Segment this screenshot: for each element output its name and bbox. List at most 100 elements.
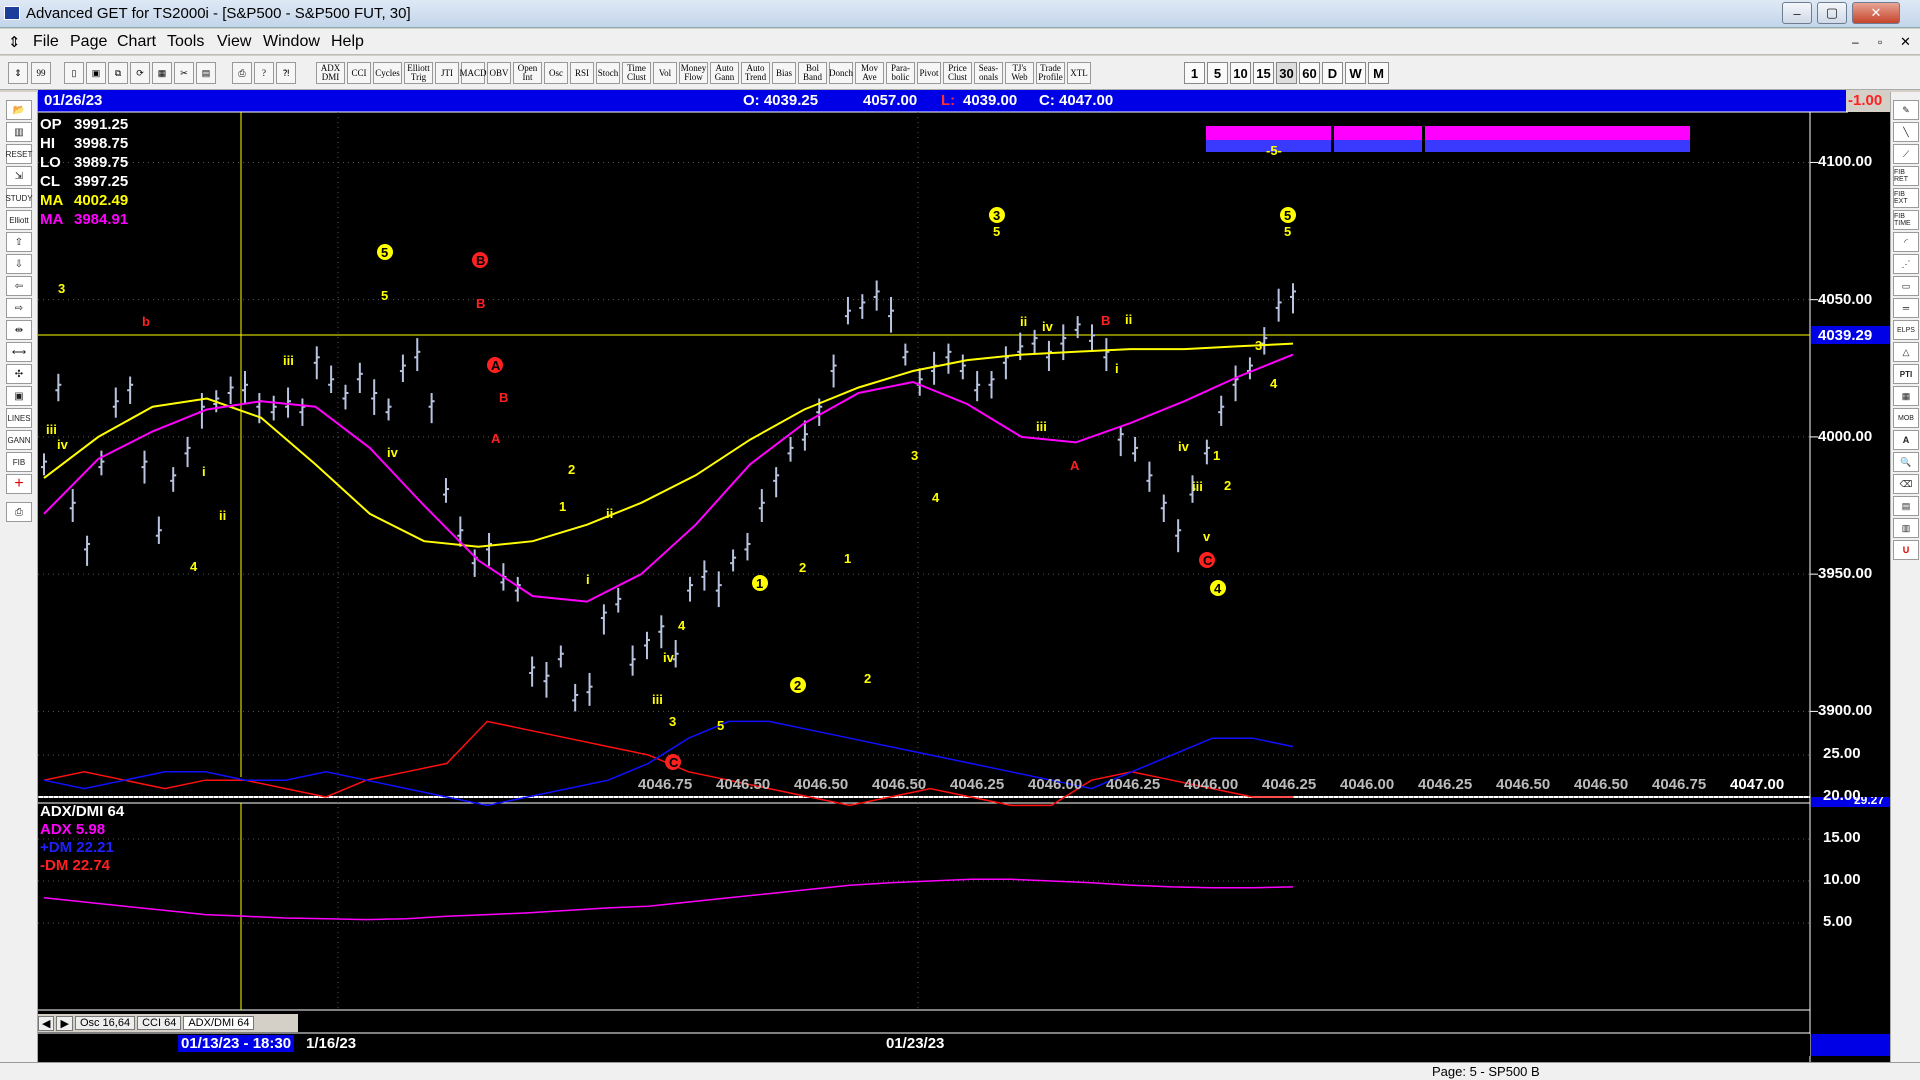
- menu-tools[interactable]: Tools: [167, 33, 204, 51]
- study-button-24[interactable]: TJ's Web: [1005, 62, 1034, 84]
- ellipse-icon[interactable]: ELPS: [1893, 320, 1919, 340]
- channel-icon[interactable]: ═: [1893, 298, 1919, 318]
- cut-icon[interactable]: ✂: [174, 62, 194, 84]
- menu-help[interactable]: Help: [331, 33, 364, 51]
- crosshair-icon[interactable]: ✣: [6, 364, 32, 384]
- study-button-11[interactable]: Time Clust: [622, 62, 651, 84]
- study-button-6[interactable]: OBV: [487, 62, 511, 84]
- timeframe-button-10[interactable]: 10: [1230, 62, 1251, 84]
- calc-icon[interactable]: ▤: [1893, 496, 1919, 516]
- gann-icon[interactable]: GANN: [6, 430, 32, 450]
- timeframe-button-15[interactable]: 15: [1253, 62, 1274, 84]
- study-button-21[interactable]: Pivot: [917, 62, 941, 84]
- study-button-18[interactable]: Donch: [829, 62, 853, 84]
- study-button-12[interactable]: Vol: [653, 62, 677, 84]
- study-button-1[interactable]: CCI: [347, 62, 371, 84]
- fan-icon[interactable]: ⋰: [1893, 254, 1919, 274]
- box-icon[interactable]: ▭: [1893, 276, 1919, 296]
- layout-icon[interactable]: ▤: [196, 62, 216, 84]
- eraser-icon[interactable]: ⌫: [1893, 474, 1919, 494]
- arrow-left-icon[interactable]: ⇦: [6, 276, 32, 296]
- timeframe-button-W[interactable]: W: [1345, 62, 1366, 84]
- mdi-minimize-icon[interactable]: –: [1852, 35, 1859, 49]
- timeframe-button-30[interactable]: 30: [1276, 62, 1297, 84]
- timeframe-button-1[interactable]: 1: [1184, 62, 1205, 84]
- study-button-4[interactable]: JTI: [435, 62, 459, 84]
- tab-scroll-right[interactable]: ▶: [56, 1015, 73, 1031]
- arrow-down-icon[interactable]: ⇩: [6, 254, 32, 274]
- timeframe-button-60[interactable]: 60: [1299, 62, 1320, 84]
- lines-icon[interactable]: LINES: [6, 408, 32, 428]
- cursor-icon[interactable]: ⇕: [8, 62, 28, 84]
- elliott-icon[interactable]: Elliott: [6, 210, 32, 230]
- timeframe-button-5[interactable]: 5: [1207, 62, 1228, 84]
- study-button-13[interactable]: Money Flow: [679, 62, 708, 84]
- tab-adx[interactable]: ADX/DMI 64: [183, 1016, 255, 1030]
- study-button-25[interactable]: Trade Profile: [1036, 62, 1065, 84]
- print-icon-left[interactable]: ⎙: [6, 502, 32, 522]
- price-chart[interactable]: 3iiiivbiii4iii5ivBAB21 iii4iviii3 5212345i…: [38, 90, 1890, 1062]
- help-icon[interactable]: ?: [254, 62, 274, 84]
- undo-icon[interactable]: U: [1893, 540, 1919, 560]
- window-icon[interactable]: ▣: [6, 386, 32, 406]
- study-button-17[interactable]: Bol Band: [798, 62, 827, 84]
- menu-window[interactable]: Window: [263, 33, 320, 51]
- quote-icon[interactable]: 99: [31, 62, 51, 84]
- layers-icon[interactable]: ▥: [1893, 518, 1919, 538]
- fib-time-icon[interactable]: FIB TIME: [1893, 210, 1919, 230]
- refresh-icon[interactable]: ⟳: [130, 62, 150, 84]
- study-button-9[interactable]: RSI: [570, 62, 594, 84]
- text-icon[interactable]: A: [1893, 430, 1919, 450]
- timeframe-button-M[interactable]: M: [1368, 62, 1389, 84]
- copy-icon[interactable]: ⧉: [108, 62, 128, 84]
- menu-page[interactable]: Page: [70, 33, 107, 51]
- menu-chart[interactable]: Chart: [117, 33, 156, 51]
- close-button[interactable]: ✕: [1852, 2, 1900, 24]
- pti-icon[interactable]: PTI: [1893, 364, 1919, 384]
- folder-icon[interactable]: 📂: [6, 100, 32, 120]
- study-button-16[interactable]: Bias: [772, 62, 796, 84]
- arrow-up-icon[interactable]: ⇧: [6, 232, 32, 252]
- study-icon[interactable]: STUDY: [5, 188, 33, 208]
- chart-area[interactable]: 3 iii iv b i ii 4 iii 5 iv B A B 2 1 ii i 4 iv iii 3 5 2 1 2 3 4 5 i…: [38, 90, 1890, 1062]
- maximize-button[interactable]: ▢: [1817, 2, 1847, 24]
- study-button-10[interactable]: Stoch: [596, 62, 620, 84]
- study-button-22[interactable]: Price Clust: [943, 62, 972, 84]
- study-button-20[interactable]: Para-bolic: [886, 62, 915, 84]
- diagonal-line-icon[interactable]: ╲: [1893, 122, 1919, 142]
- save-icon[interactable]: ▣: [86, 62, 106, 84]
- cross-icon[interactable]: +: [6, 474, 32, 494]
- fib-ext-icon[interactable]: FIB EXT: [1893, 188, 1919, 208]
- tab-scroll-left[interactable]: ◀: [38, 1015, 55, 1031]
- study-button-23[interactable]: Seas-onals: [974, 62, 1003, 84]
- study-button-15[interactable]: Auto Trend: [741, 62, 770, 84]
- fib-icon[interactable]: FIB: [6, 452, 32, 472]
- timeframe-button-D[interactable]: D: [1322, 62, 1343, 84]
- arc-icon[interactable]: ◜: [1893, 232, 1919, 252]
- study-button-26[interactable]: XTL: [1067, 62, 1091, 84]
- arrow-right-icon[interactable]: ⇨: [6, 298, 32, 318]
- study-button-8[interactable]: Osc: [544, 62, 568, 84]
- mob-icon[interactable]: MOB: [1893, 408, 1919, 428]
- study-button-7[interactable]: Open Int: [513, 62, 542, 84]
- compress-icon[interactable]: ⇹: [6, 320, 32, 340]
- pencil-icon[interactable]: ✎: [1893, 100, 1919, 120]
- grid-right-icon[interactable]: ▦: [1893, 386, 1919, 406]
- new-page-icon[interactable]: ▯: [64, 62, 84, 84]
- mdi-restore-icon[interactable]: ▫: [1878, 35, 1882, 49]
- menu-view[interactable]: View: [217, 33, 251, 51]
- study-button-19[interactable]: Mov Ave: [855, 62, 884, 84]
- reset-icon[interactable]: RESET: [6, 144, 32, 164]
- tab-cci[interactable]: CCI 64: [137, 1016, 182, 1030]
- expand-icon[interactable]: ⟷: [6, 342, 32, 362]
- tab-osc[interactable]: Osc 16,64: [74, 1016, 136, 1030]
- menu-file[interactable]: File: [33, 33, 59, 51]
- ray-icon[interactable]: ⟋: [1893, 144, 1919, 164]
- study-button-0[interactable]: ADX DMI: [316, 62, 345, 84]
- minimize-button[interactable]: –: [1782, 2, 1812, 24]
- bar-chart-icon[interactable]: ▥: [6, 122, 32, 142]
- scale-icon[interactable]: ⇲: [6, 166, 32, 186]
- fib-ret-icon[interactable]: FIB RET: [1893, 166, 1919, 186]
- study-button-5[interactable]: MACD: [460, 62, 487, 84]
- print-icon[interactable]: ⎙: [232, 62, 252, 84]
